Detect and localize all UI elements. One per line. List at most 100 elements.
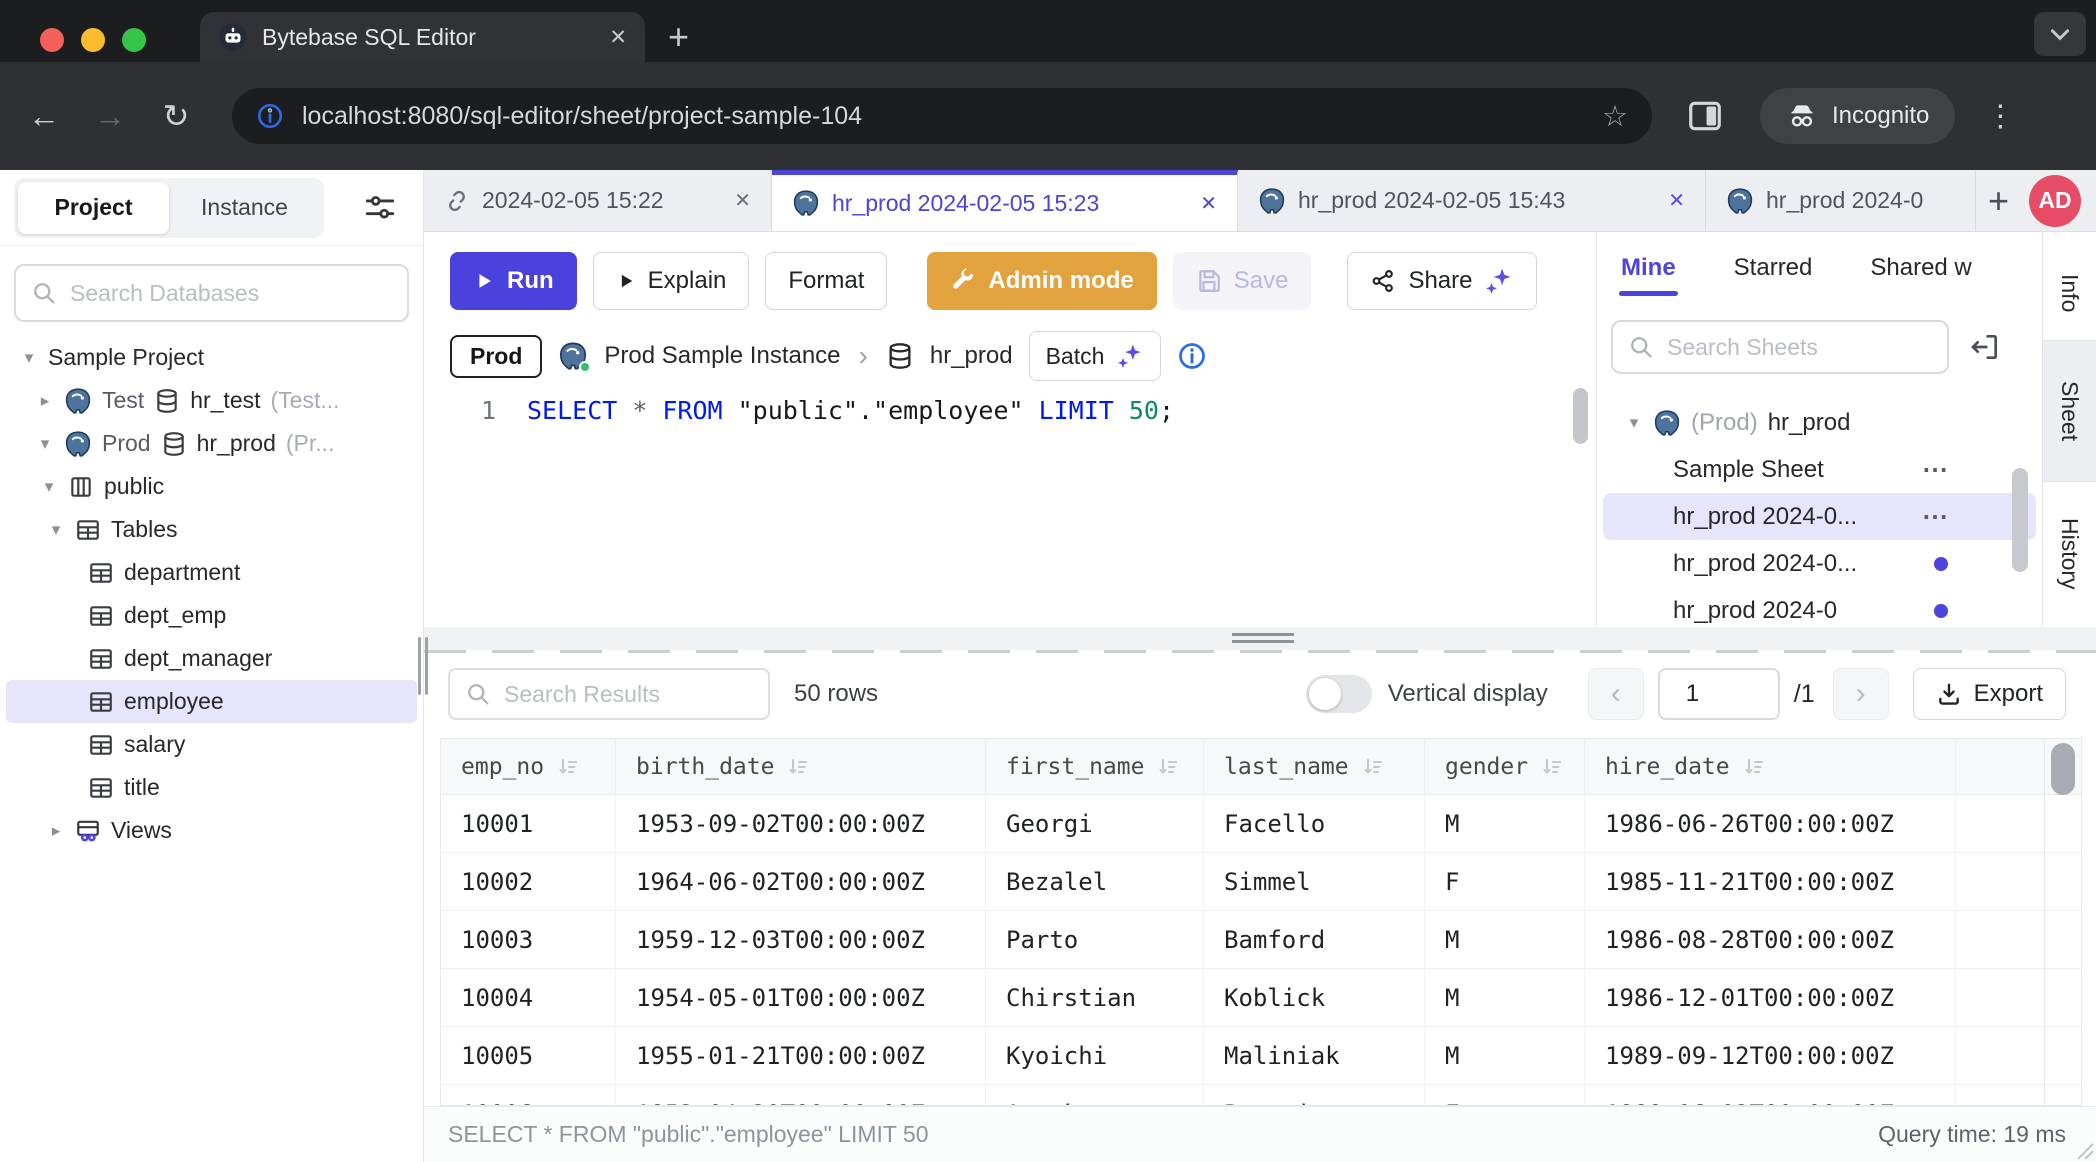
back-button[interactable]: ←	[26, 98, 62, 135]
table-scrollbar-thumb[interactable]	[2051, 743, 2075, 795]
sheet-scrollbar-thumb[interactable]	[2012, 468, 2028, 572]
rail-tab-history[interactable]: History	[2043, 482, 2096, 627]
editor-tab-3[interactable]: hr_prod 2024-02-05 15:43 ✕	[1238, 170, 1706, 231]
new-tab-button[interactable]: +	[668, 12, 689, 62]
browser-menu-icon[interactable]: ⋮	[1985, 99, 2015, 134]
forward-button[interactable]: →	[92, 98, 128, 135]
tab-close-icon[interactable]: ✕	[1200, 191, 1217, 216]
info-icon[interactable]	[1177, 341, 1207, 371]
tab-mine[interactable]: Mine	[1621, 254, 1676, 282]
table-row[interactable]: 10005 1955-01-21T00:00:00Z Kyoichi Malin…	[441, 1027, 2081, 1085]
sheet-item-sample-sheet[interactable]: Sample Sheet ⋯	[1603, 446, 2036, 493]
collapse-panel-button[interactable]	[1969, 331, 2001, 363]
site-info-icon[interactable]	[256, 102, 284, 130]
tree-item-test-database[interactable]: ▸ Test hr_test (Test...	[0, 379, 423, 422]
caret-right-icon[interactable]: ▸	[36, 391, 54, 411]
tab-close-icon[interactable]: ✕	[734, 188, 751, 213]
panel-resize-divider[interactable]	[424, 627, 2096, 650]
tree-item-tables[interactable]: ▾ Tables	[0, 508, 423, 551]
results-search[interactable]	[448, 668, 770, 720]
filter-settings-button[interactable]	[363, 191, 397, 225]
new-sheet-tab-button[interactable]: +	[1988, 180, 2009, 222]
table-row[interactable]: 10004 1954-05-01T00:00:00Z Chirstian Kob…	[441, 969, 2081, 1027]
bookmark-star-icon[interactable]: ☆	[1602, 99, 1628, 134]
browser-tab-close-icon[interactable]: ✕	[609, 25, 627, 50]
sql-editor[interactable]: 1 SELECT * FROM "public"."employee" LIMI…	[424, 384, 1596, 627]
sheet-item-unsaved[interactable]: hr_prod 2024-0...	[1603, 540, 2036, 587]
sheet-search-input[interactable]	[1667, 334, 1933, 361]
column-header-first-name[interactable]: first_name	[986, 739, 1204, 794]
export-button[interactable]: Export	[1913, 668, 2066, 720]
sort-icon[interactable]	[1156, 755, 1180, 779]
sheet-search[interactable]	[1611, 320, 1949, 374]
database-search[interactable]	[14, 264, 409, 322]
window-close-button[interactable]	[40, 28, 64, 52]
tree-item-table-employee[interactable]: employee	[6, 680, 417, 723]
editor-scrollbar-thumb[interactable]	[1573, 388, 1588, 444]
rail-tab-sheet-active[interactable]: Sheet	[2043, 340, 2096, 482]
column-header-gender[interactable]: gender	[1425, 739, 1585, 794]
sidebar-resize-handle[interactable]	[417, 637, 429, 695]
caret-down-icon[interactable]: ▾	[36, 434, 54, 454]
sheet-menu-icon[interactable]: ⋯	[1922, 501, 1948, 532]
tab-shared[interactable]: Shared w	[1870, 254, 1971, 282]
editor-tab-2-active[interactable]: hr_prod 2024-02-05 15:23 ✕	[772, 170, 1238, 231]
tree-item-table-dept-manager[interactable]: dept_manager	[0, 637, 423, 680]
window-minimize-button[interactable]	[81, 28, 105, 52]
sheet-menu-icon[interactable]: ⋯	[1922, 454, 1948, 485]
rail-tab-info[interactable]: Info	[2043, 246, 2096, 340]
caret-down-icon[interactable]: ▾	[47, 520, 65, 540]
table-row[interactable]: 10001 1953-09-02T00:00:00Z Georgi Facell…	[441, 795, 2081, 853]
tree-item-views[interactable]: ▸ Views	[0, 809, 423, 852]
sheet-group-prod-hr-prod[interactable]: ▾ (Prod) hr_prod	[1603, 399, 2036, 446]
share-button[interactable]: Share	[1347, 252, 1537, 310]
tree-item-project[interactable]: ▾ Sample Project	[0, 336, 423, 379]
table-row[interactable]: 10006 1953-04-20T00:00:00Z Anneke Preusi…	[441, 1085, 2081, 1106]
tree-item-table-salary[interactable]: salary	[0, 723, 423, 766]
sort-icon[interactable]	[1540, 755, 1564, 779]
results-search-input[interactable]	[504, 681, 754, 708]
save-button[interactable]: Save	[1173, 252, 1312, 310]
tab-close-icon[interactable]: ✕	[1668, 188, 1685, 213]
window-maximize-button[interactable]	[122, 28, 146, 52]
sort-icon[interactable]	[1742, 755, 1766, 779]
column-header-emp-no[interactable]: emp_no	[441, 739, 616, 794]
caret-down-icon[interactable]: ▾	[20, 348, 38, 368]
resize-grip-icon[interactable]	[2072, 1138, 2094, 1160]
url-bar[interactable]: localhost:8080/sql-editor/sheet/project-…	[232, 88, 1652, 144]
database-name[interactable]: hr_prod	[930, 342, 1013, 370]
drag-handle[interactable]	[1232, 633, 1294, 643]
sort-icon[interactable]	[556, 755, 580, 779]
reload-button[interactable]: ↻	[158, 97, 194, 135]
tree-item-table-title[interactable]: title	[0, 766, 423, 809]
tab-overview-button[interactable]	[2034, 12, 2086, 56]
tab-starred[interactable]: Starred	[1734, 254, 1813, 282]
database-search-input[interactable]	[70, 280, 393, 307]
caret-down-icon[interactable]: ▾	[1625, 413, 1643, 433]
prev-page-button[interactable]: ‹	[1588, 668, 1644, 720]
vertical-display-toggle[interactable]	[1306, 675, 1372, 713]
column-header-hire-date[interactable]: hire_date	[1585, 739, 1956, 794]
column-header-last-name[interactable]: last_name	[1204, 739, 1425, 794]
side-panel-icon[interactable]	[1686, 97, 1724, 135]
sort-icon[interactable]	[1361, 755, 1385, 779]
page-number-input[interactable]	[1658, 668, 1780, 720]
table-row[interactable]: 10002 1964-06-02T00:00:00Z Bezalel Simme…	[441, 853, 2081, 911]
tree-item-table-dept-emp[interactable]: dept_emp	[0, 594, 423, 637]
tree-item-schema-public[interactable]: ▾ public	[0, 465, 423, 508]
tab-instance[interactable]: Instance	[169, 182, 320, 234]
table-row[interactable]: 10003 1959-12-03T00:00:00Z Parto Bamford…	[441, 911, 2081, 969]
explain-button[interactable]: Explain	[593, 252, 750, 310]
column-header-birth-date[interactable]: birth_date	[616, 739, 986, 794]
run-button[interactable]: Run	[450, 252, 577, 310]
caret-right-icon[interactable]: ▸	[47, 821, 65, 841]
user-avatar[interactable]: AD	[2029, 175, 2081, 227]
editor-tab-1[interactable]: 2024-02-05 15:22 ✕	[424, 170, 772, 231]
next-page-button[interactable]: ›	[1833, 668, 1889, 720]
sheet-item-selected[interactable]: hr_prod 2024-0... ⋯	[1603, 493, 2036, 540]
tab-project[interactable]: Project	[18, 182, 169, 234]
browser-tab[interactable]: Bytebase SQL Editor ✕	[200, 12, 645, 62]
format-button[interactable]: Format	[765, 252, 887, 310]
caret-down-icon[interactable]: ▾	[40, 477, 58, 497]
sheet-item-unsaved[interactable]: hr_prod 2024-0	[1603, 587, 2036, 627]
